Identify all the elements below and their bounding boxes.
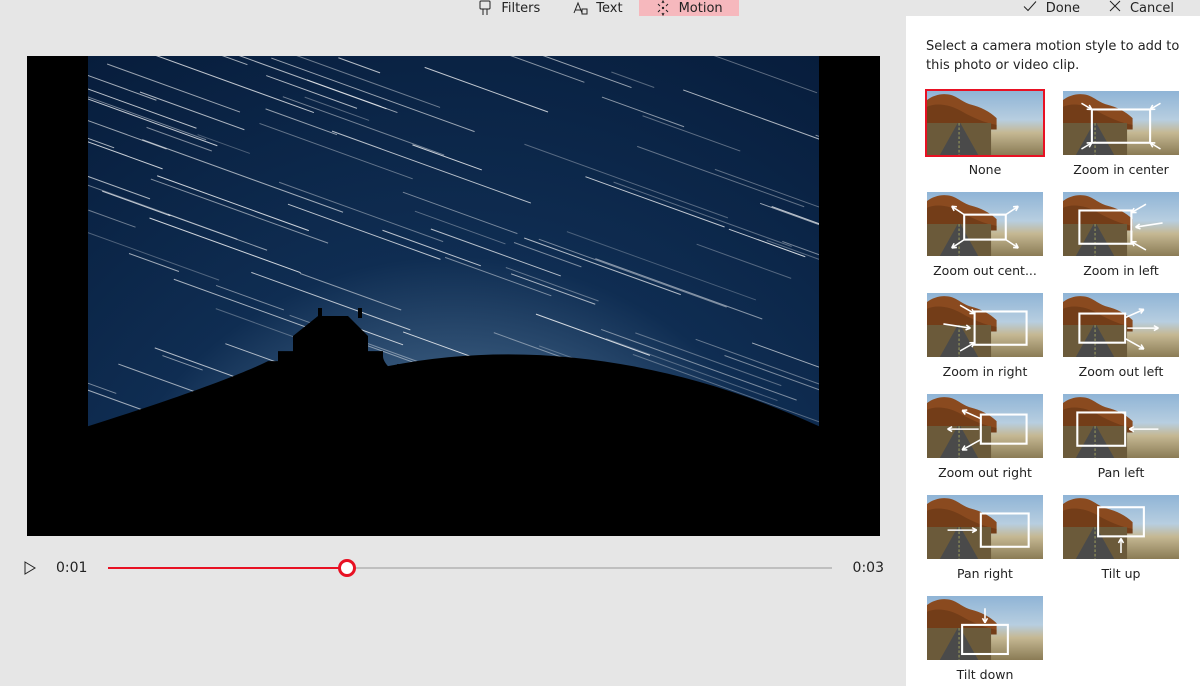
text-icon [572,0,588,16]
motion-option-none[interactable]: None [926,90,1044,177]
motion-option-tilt-down[interactable]: Tilt down [926,595,1044,682]
time-total: 0:03 [850,560,884,576]
motion-thumb [926,292,1044,358]
motion-label: Zoom in center [1062,162,1180,177]
motion-label: Zoom in right [926,364,1044,379]
time-current: 0:01 [56,560,90,576]
editor-tabs: Filters Text Motion [461,0,738,16]
top-toolbar: Filters Text Motion Done Cancel [0,0,1200,16]
tab-filters[interactable]: Filters [461,0,556,16]
tab-text[interactable]: Text [556,0,638,16]
done-label: Done [1046,1,1080,16]
motion-label: Zoom out cent... [926,263,1044,278]
motion-thumb [1062,90,1180,156]
close-icon [1108,0,1122,17]
motion-thumb [1062,191,1180,257]
motion-label: Pan left [1062,465,1180,480]
pillarbox-left [27,56,88,536]
tab-label: Text [596,1,622,16]
motion-label: Zoom out right [926,465,1044,480]
motion-thumb [1062,494,1180,560]
motion-option-zoom-in-left[interactable]: Zoom in left [1062,191,1180,278]
motion-thumb [926,595,1044,661]
media-column: 0:01 0:03 [0,16,906,686]
motion-panel: Select a camera motion style to add to t… [906,16,1200,686]
seek-fill [108,567,347,569]
motion-label: Pan right [926,566,1044,581]
motion-option-zoom-out-center[interactable]: Zoom out cent... [926,191,1044,278]
playback-controls: 0:01 0:03 [0,536,906,582]
tab-label: Filters [501,1,540,16]
motion-thumb [1062,292,1180,358]
cancel-button[interactable]: Cancel [1094,0,1188,16]
motion-option-zoom-out-right[interactable]: Zoom out right [926,393,1044,480]
motion-label: Tilt up [1062,566,1180,581]
motion-thumb [926,393,1044,459]
video-canvas [88,56,819,536]
motion-label: None [926,162,1044,177]
motion-label: Tilt down [926,667,1044,682]
motion-option-pan-left[interactable]: Pan left [1062,393,1180,480]
motion-thumb [926,191,1044,257]
motion-option-tilt-up[interactable]: Tilt up [1062,494,1180,581]
tab-label: Motion [679,1,723,16]
done-button[interactable]: Done [1008,0,1094,16]
motion-panel-description: Select a camera motion style to add to t… [926,38,1180,76]
play-button[interactable] [22,560,38,576]
motion-label: Zoom out left [1062,364,1180,379]
motion-icon [655,0,671,16]
filters-icon [477,0,493,16]
motion-thumb [1062,393,1180,459]
motion-option-zoom-out-left[interactable]: Zoom out left [1062,292,1180,379]
seek-thumb[interactable] [338,559,356,577]
motion-thumb [926,494,1044,560]
pillarbox-right [819,56,880,536]
motion-label: Zoom in left [1062,263,1180,278]
motion-option-pan-right[interactable]: Pan right [926,494,1044,581]
top-actions: Done Cancel [1008,0,1188,16]
main-area: 0:01 0:03 Select a camera motion style t… [0,16,1200,686]
tab-motion[interactable]: Motion [639,0,739,16]
seek-slider[interactable] [108,558,832,578]
motion-option-zoom-in-center[interactable]: Zoom in center [1062,90,1180,177]
silhouette [88,306,819,536]
cancel-label: Cancel [1130,1,1174,16]
video-preview[interactable] [27,56,880,536]
motion-option-zoom-in-right[interactable]: Zoom in right [926,292,1044,379]
motion-grid: None Zoom in center Zoom out cent... Zoom i… [926,90,1180,682]
check-icon [1022,0,1038,18]
motion-thumb [926,90,1044,156]
